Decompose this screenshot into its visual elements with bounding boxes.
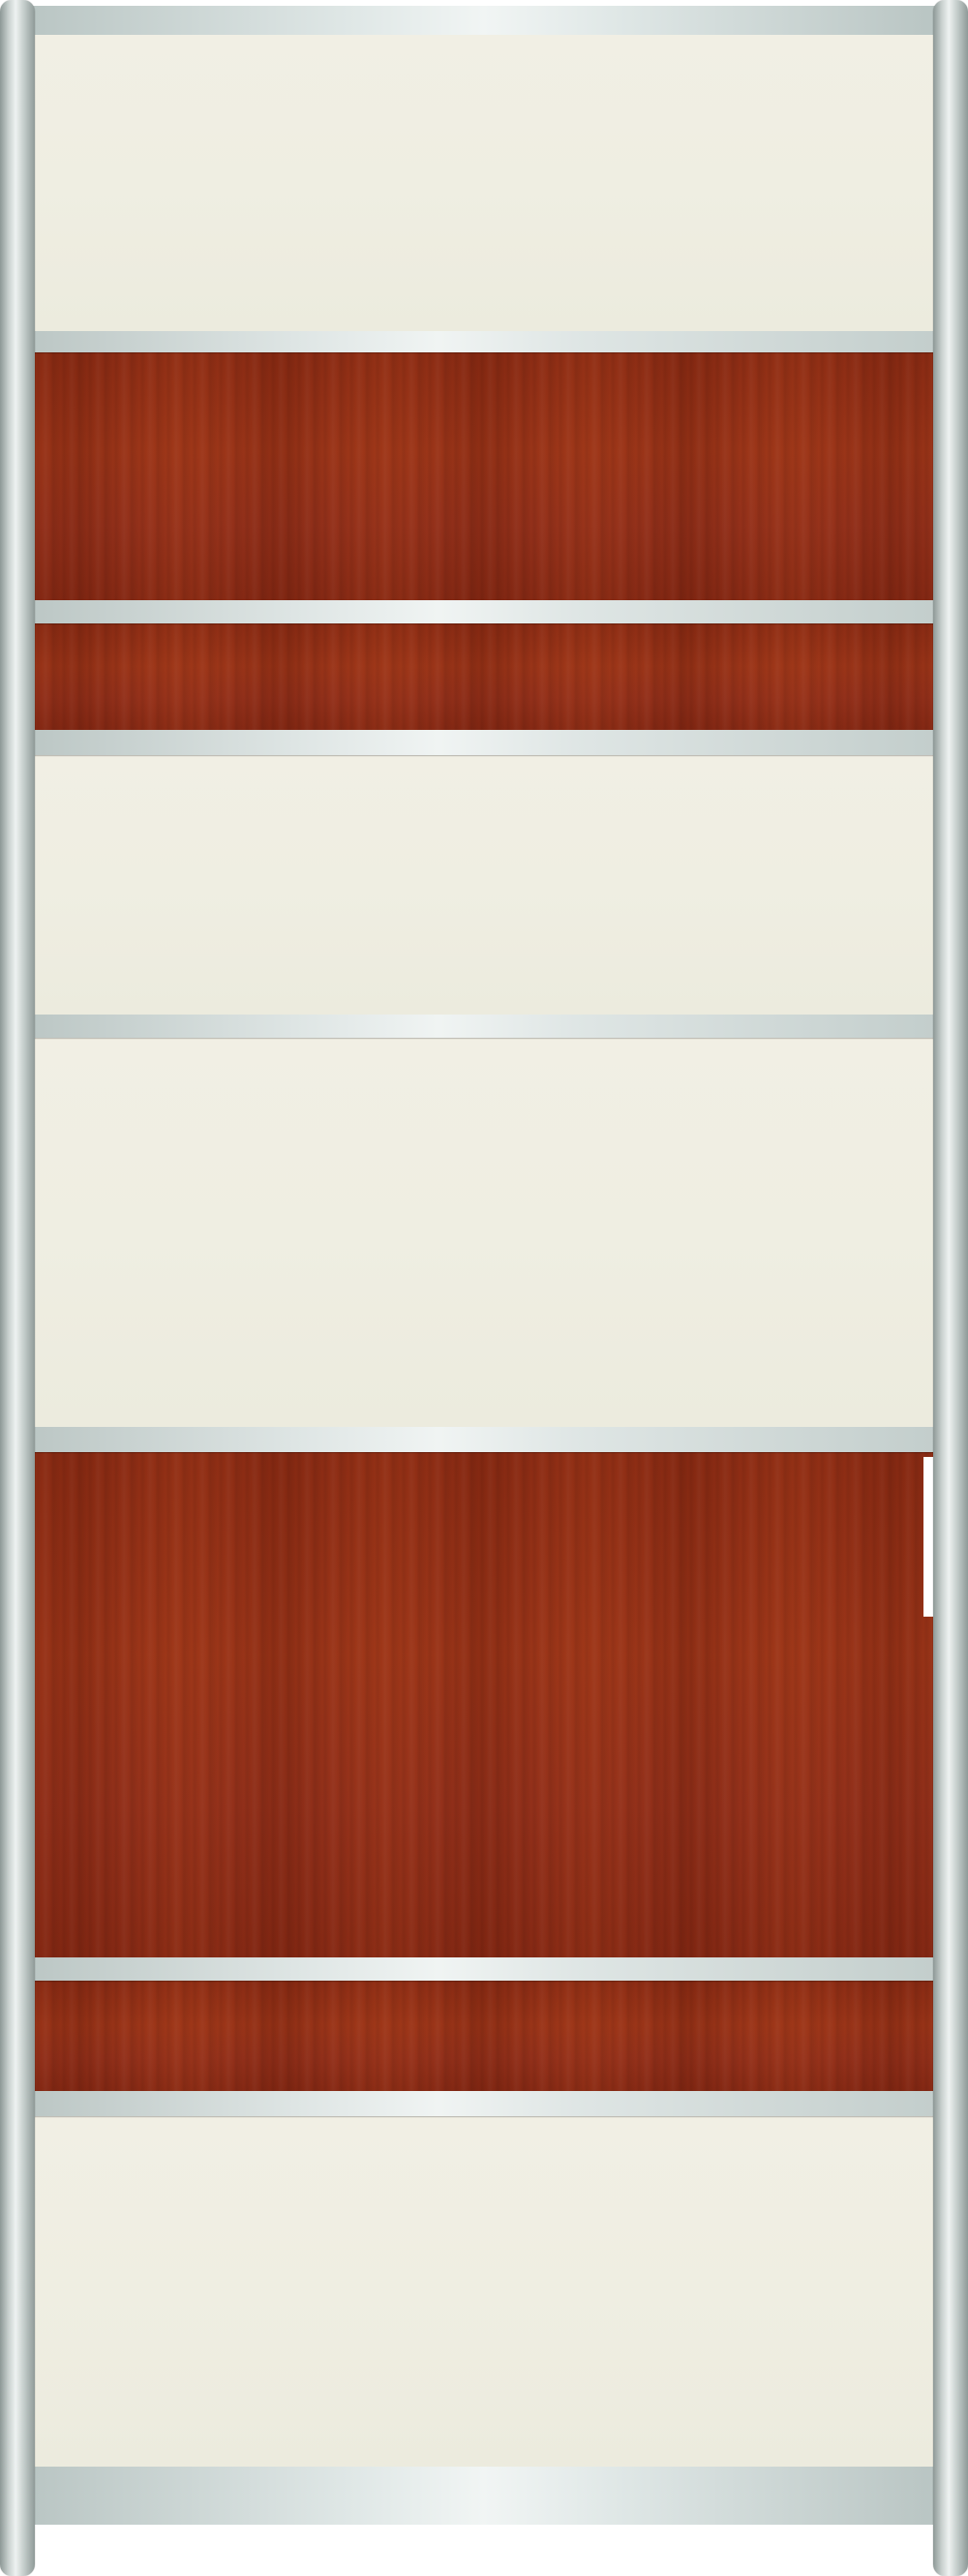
panel-wood-4	[35, 1981, 933, 2091]
divider-rail	[33, 730, 935, 755]
divider-rail	[33, 1957, 935, 1981]
right-frame-post	[933, 0, 968, 2576]
panel-wood-1	[35, 352, 933, 600]
divider-rail	[33, 331, 935, 352]
panel-wood-3	[35, 1452, 933, 1957]
panel-wood-2	[35, 623, 933, 730]
top-frame-cap	[33, 6, 935, 35]
divider-rail	[33, 1015, 935, 1038]
divider-rail	[33, 1427, 935, 1452]
panel-cream-bottom	[35, 2116, 933, 2467]
left-frame-post	[0, 0, 35, 2576]
panel-notch	[923, 1457, 933, 1617]
panel-cream-2	[35, 755, 933, 1015]
bottom-frame-cap	[33, 2467, 935, 2525]
divider-rail	[33, 2091, 935, 2116]
panel-cream-top	[35, 35, 933, 331]
wardrobe-door	[0, 0, 968, 2576]
panel-cream-3	[35, 1038, 933, 1427]
divider-rail	[33, 600, 935, 623]
